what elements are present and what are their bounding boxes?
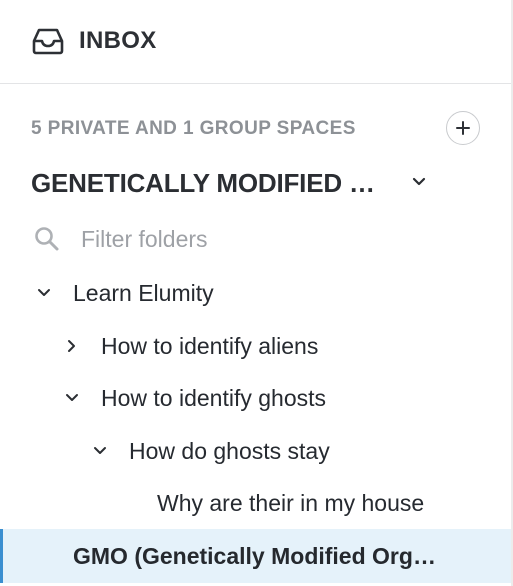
chevron-down-icon[interactable] <box>36 285 52 301</box>
tree-item-label: How do ghosts stay <box>129 438 330 464</box>
tree-item-gmo-selected[interactable]: GMO (Genetically Modified Orga... <box>0 529 511 583</box>
folder-filter <box>31 220 471 260</box>
filter-folders-input[interactable] <box>81 224 441 254</box>
plus-icon <box>456 121 470 135</box>
chevron-down-icon[interactable] <box>64 390 80 406</box>
tree-item-label: Why are their in my house <box>157 490 425 516</box>
spaces-count-label: 5 PRIVATE AND 1 GROUP SPACES <box>31 118 356 139</box>
tree-item-identify-ghosts[interactable]: How to identify ghosts <box>0 378 511 418</box>
inbox-nav-item[interactable]: INBOX <box>0 0 511 84</box>
inbox-label: INBOX <box>79 27 157 54</box>
tree-item-label: Learn Elumity <box>73 280 214 306</box>
space-switcher[interactable]: GENETICALLY MODIFIED O... <box>31 165 451 201</box>
tree-item-label: GMO (Genetically Modified Orga... <box>73 543 441 569</box>
folder-sidebar: INBOX 5 PRIVATE AND 1 GROUP SPACES GENET… <box>0 0 513 586</box>
tree-item-label: How to identify aliens <box>101 333 319 359</box>
tree-item-label: How to identify ghosts <box>101 385 327 411</box>
current-space-title: GENETICALLY MODIFIED O... <box>31 168 387 198</box>
chevron-down-icon[interactable] <box>92 443 108 459</box>
tree-item-ghosts-stay[interactable]: How do ghosts stay <box>0 431 511 471</box>
chevron-down-icon <box>412 177 426 186</box>
chevron-right-icon[interactable] <box>64 338 80 354</box>
add-space-button[interactable] <box>446 111 480 145</box>
tree-item-identify-aliens[interactable]: How to identify aliens <box>0 326 511 366</box>
inbox-tray-icon <box>32 28 64 55</box>
search-icon <box>35 227 59 251</box>
tree-item-in-my-house[interactable]: Why are their in my house <box>0 483 511 523</box>
tree-item-learn-elumity[interactable]: Learn Elumity <box>0 273 511 313</box>
